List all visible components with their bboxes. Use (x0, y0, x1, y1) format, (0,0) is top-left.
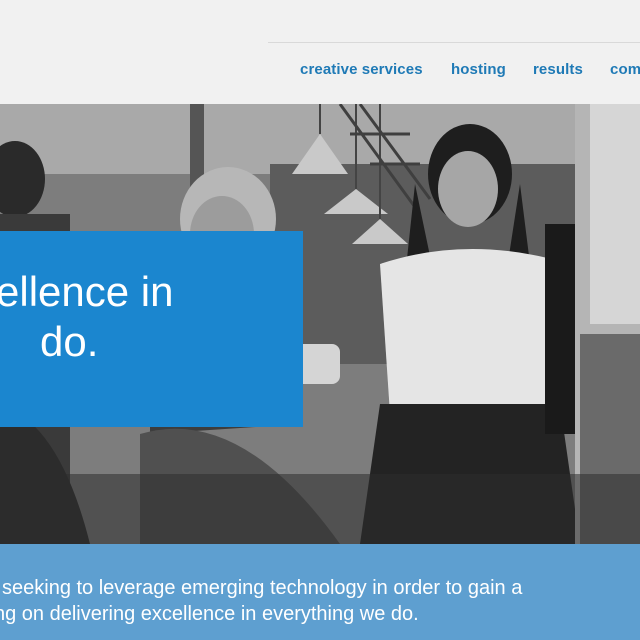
hero-headline-line-1: ellence in (0, 268, 174, 315)
intro-text: seeking to leverage emerging technology … (0, 575, 640, 627)
intro-text-line-1: seeking to leverage emerging technology … (2, 577, 523, 599)
intro-text-line-2: ng on delivering excellence in everythin… (0, 603, 419, 625)
nav-divider (268, 42, 640, 43)
hero-headline-line-2: do. (40, 318, 99, 365)
site-header: creative services hosting results com (0, 0, 640, 104)
nav-link-results[interactable]: results (533, 61, 583, 78)
nav-link-creative-services[interactable]: creative services (300, 61, 423, 78)
nav-link-hosting[interactable]: hosting (451, 61, 506, 78)
hero-banner: ellence in do. (0, 104, 640, 544)
nav-link-com[interactable]: com (610, 61, 640, 78)
page: creative services hosting results com el… (0, 0, 640, 640)
main-nav: creative services hosting results com (0, 61, 640, 85)
hero-headline: ellence in do. (0, 267, 303, 367)
intro-band: seeking to leverage emerging technology … (0, 544, 640, 640)
hero-headline-box: ellence in do. (0, 231, 303, 427)
